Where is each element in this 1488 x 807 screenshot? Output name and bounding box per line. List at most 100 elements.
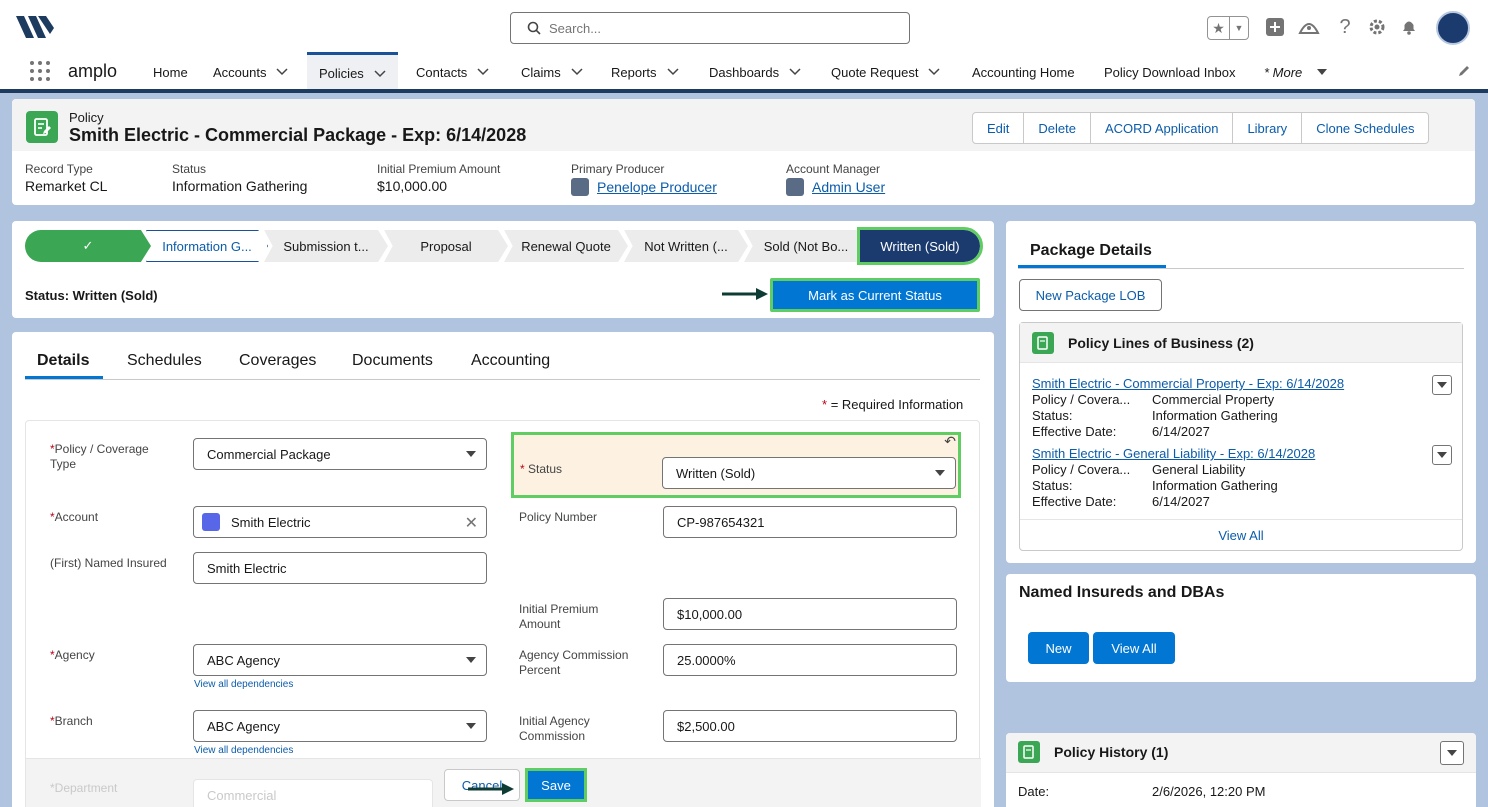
delete-button[interactable]: Delete	[1024, 113, 1091, 143]
tab-accounting[interactable]: Accounting	[471, 352, 550, 370]
save-button[interactable]: Save	[525, 768, 587, 802]
nav-item-claims[interactable]: Claims	[521, 52, 583, 92]
undo-icon[interactable]: ↶	[944, 433, 956, 450]
search-input[interactable]	[549, 18, 889, 38]
chevron-down-icon[interactable]	[1316, 68, 1328, 76]
trailhead-icon[interactable]	[1296, 14, 1322, 40]
branch-view-dependencies-link[interactable]: View all dependencies	[194, 745, 293, 756]
select-value: ABC Agency	[207, 652, 280, 668]
global-search[interactable]	[510, 12, 910, 44]
input-value: Smith Electric	[207, 560, 287, 576]
agency-commission-percent-input[interactable]: 25.0000%	[663, 644, 957, 676]
tab-schedules[interactable]: Schedules	[127, 352, 202, 370]
favorites-group[interactable]: ★ ▼	[1207, 16, 1249, 40]
policy-record-icon	[1032, 332, 1054, 354]
path-stage-not-written[interactable]: Not Written (...	[624, 230, 748, 262]
lob-link[interactable]: Smith Electric - Commercial Property - E…	[1032, 376, 1344, 392]
notifications-bell-icon[interactable]	[1396, 14, 1422, 40]
new-named-insured-button[interactable]: New	[1028, 632, 1089, 664]
highlight-primary-producer: Primary Producer Penelope Producer	[571, 162, 717, 196]
nav-item-accounting-home[interactable]: Accounting Home	[972, 52, 1075, 92]
tab-coverages[interactable]: Coverages	[239, 352, 316, 370]
branch-select[interactable]: ABC Agency	[193, 710, 487, 742]
library-button[interactable]: Library	[1233, 113, 1303, 143]
history-date-value: 2/6/2026, 12:20 PM	[1152, 784, 1266, 799]
tab-documents[interactable]: Documents	[352, 352, 433, 370]
path-stage-written-sold[interactable]: Written (Sold)	[857, 227, 983, 265]
chevron-down-icon[interactable]	[276, 68, 289, 76]
select-value: Commercial	[207, 787, 277, 803]
status-path: ✓ Information G... Submission t... Propo…	[12, 221, 994, 318]
tab-details[interactable]: Details	[37, 352, 89, 370]
chevron-down-icon[interactable]	[374, 69, 386, 78]
clear-selection-icon[interactable]: ✕	[465, 513, 478, 533]
path-stage-proposal[interactable]: Proposal	[384, 230, 508, 262]
path-stage-sold-not-bound[interactable]: Sold (Not Bo...	[744, 230, 868, 262]
lob-row-menu-button[interactable]	[1432, 375, 1452, 395]
acord-application-button[interactable]: ACORD Application	[1091, 113, 1234, 143]
mark-as-current-status-button[interactable]: Mark as Current Status	[770, 278, 980, 312]
gear-icon[interactable]	[1364, 14, 1390, 40]
record-action-group: Edit Delete ACORD Application Library Cl…	[972, 112, 1430, 144]
view-all-named-insureds-button[interactable]: View All	[1093, 632, 1175, 664]
edit-nav-pencil-icon[interactable]	[1457, 64, 1471, 78]
lob-link[interactable]: Smith Electric - General Liability - Exp…	[1032, 446, 1315, 462]
primary-producer-link[interactable]: Penelope Producer	[597, 179, 717, 195]
nav-item-label: Claims	[521, 64, 561, 80]
nav-item-more[interactable]: * More	[1264, 52, 1328, 92]
named-insured-input[interactable]: Smith Electric	[193, 552, 487, 584]
add-icon[interactable]	[1262, 14, 1288, 40]
policy-coverage-type-select[interactable]: Commercial Package	[193, 438, 487, 470]
initial-agency-commission-input[interactable]: $2,500.00	[663, 710, 957, 742]
status-field-highlight: ↶ * Status Written (Sold)	[511, 432, 961, 498]
highlight-value-row: Penelope Producer	[571, 178, 717, 196]
highlight-label: Initial Premium Amount	[377, 162, 501, 176]
status-select[interactable]: Written (Sold)	[662, 457, 956, 489]
path-stage-submission[interactable]: Submission t...	[264, 230, 388, 262]
policy-number-input[interactable]: CP-987654321	[663, 506, 957, 538]
help-icon[interactable]: ?	[1332, 14, 1358, 40]
chevron-down-icon[interactable]	[928, 68, 940, 76]
nav-item-dashboards[interactable]: Dashboards	[709, 52, 801, 92]
account-lookup[interactable]: Smith Electric ✕	[193, 506, 487, 538]
path-stage-complete[interactable]: ✓	[25, 230, 151, 262]
star-icon[interactable]: ★	[1208, 17, 1230, 39]
edit-button[interactable]: Edit	[973, 113, 1025, 143]
nav-item-policy-download-inbox[interactable]: Policy Download Inbox	[1104, 52, 1236, 92]
highlight-record-type: Record Type Remarket CL	[25, 162, 107, 194]
lob-item: Smith Electric - General Liability - Exp…	[1032, 446, 1316, 509]
initial-premium-input[interactable]: $10,000.00	[663, 598, 957, 630]
account-manager-link[interactable]: Admin User	[812, 179, 885, 195]
nav-item-quote-request[interactable]: Quote Request	[831, 52, 940, 92]
policy-lines-of-business-card: Policy Lines of Business (2) Smith Elect…	[1019, 322, 1463, 551]
path-stage-information-gathering[interactable]: Information G...	[146, 230, 268, 262]
lob-view-all-link[interactable]: View All	[1020, 519, 1462, 551]
app-logo-icon[interactable]	[16, 12, 56, 42]
chevron-down-icon	[1447, 750, 1457, 756]
chevron-down-icon[interactable]	[571, 68, 583, 76]
highlight-label: Account Manager	[786, 162, 881, 176]
initial-premium-label: Initial Premium Amount	[519, 602, 599, 631]
chevron-down-icon[interactable]: ▼	[1230, 17, 1248, 39]
user-avatar[interactable]	[1436, 11, 1470, 45]
lookup-value: Smith Electric	[231, 514, 311, 530]
policy-history-menu-button[interactable]	[1440, 741, 1464, 765]
named-insureds-title: Named Insureds and DBAs	[1019, 584, 1225, 601]
chevron-down-icon[interactable]	[789, 68, 801, 76]
nav-item-home[interactable]: Home	[153, 52, 188, 92]
user-avatar	[571, 178, 589, 196]
new-package-lob-button[interactable]: New Package LOB	[1019, 279, 1162, 311]
nav-item-accounts[interactable]: Accounts	[213, 52, 289, 92]
department-select[interactable]: Commercial	[193, 779, 433, 807]
nav-item-reports[interactable]: Reports	[611, 52, 679, 92]
agency-select[interactable]: ABC Agency	[193, 644, 487, 676]
nav-item-contacts[interactable]: Contacts	[416, 52, 489, 92]
nav-item-policies[interactable]: Policies	[307, 52, 398, 92]
chevron-down-icon[interactable]	[667, 68, 679, 76]
clone-schedules-button[interactable]: Clone Schedules	[1302, 113, 1428, 143]
agency-view-dependencies-link[interactable]: View all dependencies	[194, 679, 293, 690]
path-stage-renewal-quote[interactable]: Renewal Quote	[504, 230, 628, 262]
chevron-down-icon[interactable]	[477, 68, 489, 76]
app-launcher-icon[interactable]	[30, 61, 50, 81]
lob-row-menu-button[interactable]	[1432, 445, 1452, 465]
